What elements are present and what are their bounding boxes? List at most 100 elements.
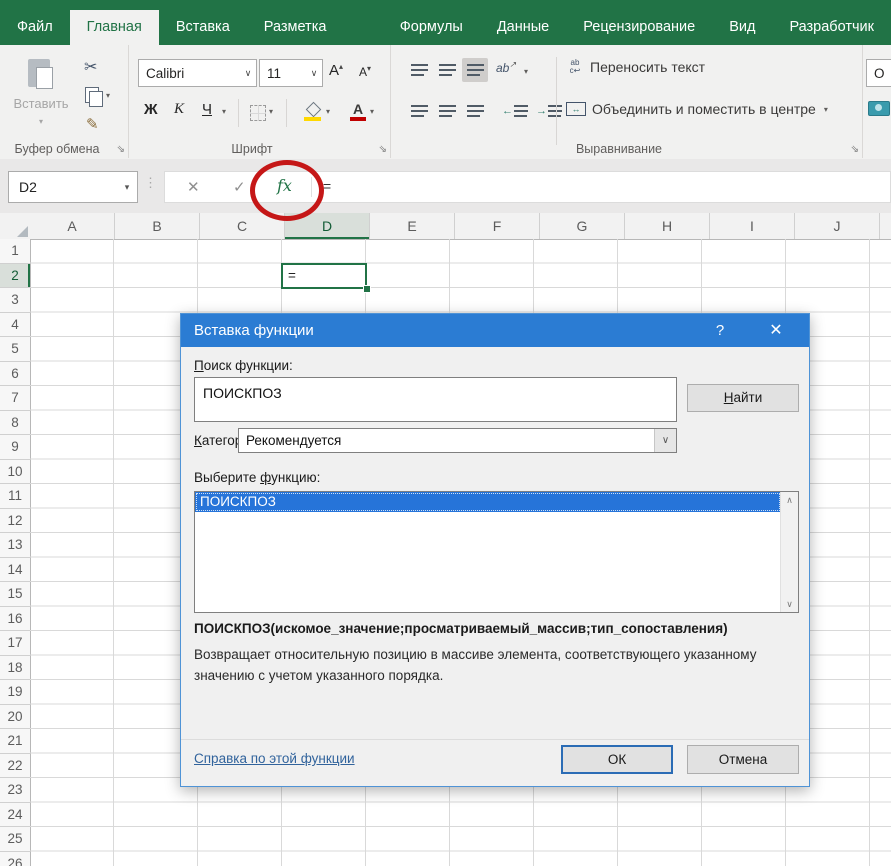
row-header-15[interactable]: 15 bbox=[0, 582, 30, 607]
font-color-button[interactable]: А bbox=[350, 101, 366, 117]
align-bottom-button[interactable] bbox=[462, 58, 488, 82]
orientation-button[interactable]: ab↗ bbox=[496, 60, 516, 75]
column-header-E[interactable]: E bbox=[370, 213, 455, 239]
paste-button[interactable]: Вставить ▾ bbox=[10, 53, 72, 147]
row-header-17[interactable]: 17 bbox=[0, 631, 30, 656]
ribbon-tab-review[interactable]: Рецензирование bbox=[566, 10, 712, 45]
ribbon-tab-insert[interactable]: Вставка bbox=[159, 10, 247, 45]
row-header-18[interactable]: 18 bbox=[0, 656, 30, 681]
row-header-8[interactable]: 8 bbox=[0, 411, 30, 436]
active-cell-D2[interactable]: = bbox=[281, 263, 367, 289]
cancel-button[interactable]: Отмена bbox=[687, 745, 799, 774]
fill-color-chevron-icon[interactable]: ▾ bbox=[326, 107, 330, 116]
cancel-formula-icon[interactable]: ✕ bbox=[187, 178, 200, 196]
chevron-down-icon[interactable]: ▾ bbox=[117, 182, 137, 193]
row-header-6[interactable]: 6 bbox=[0, 362, 30, 387]
increase-indent-button[interactable]: → bbox=[536, 99, 562, 123]
dialog-close-button[interactable]: ✕ bbox=[759, 314, 793, 347]
enter-formula-icon[interactable]: ✓ bbox=[233, 178, 246, 196]
scroll-down-icon[interactable]: ∨ bbox=[781, 596, 798, 612]
font-dialog-launcher-icon[interactable]: ⇘ bbox=[379, 145, 387, 155]
alignment-dialog-launcher-icon[interactable]: ⇘ bbox=[851, 145, 859, 155]
decrease-indent-button[interactable]: ← bbox=[502, 99, 528, 123]
function-list-item[interactable]: ПОИСКПОЗ bbox=[195, 492, 781, 512]
row-header-13[interactable]: 13 bbox=[0, 533, 30, 558]
ok-button[interactable]: ОК bbox=[561, 745, 673, 774]
row-header-22[interactable]: 22 bbox=[0, 754, 30, 779]
ribbon-tab-formulas[interactable]: Формулы bbox=[383, 10, 480, 45]
chevron-down-icon[interactable]: ∨ bbox=[654, 429, 676, 452]
clipboard-dialog-launcher-icon[interactable]: ⇘ bbox=[117, 145, 125, 155]
row-header-19[interactable]: 19 bbox=[0, 680, 30, 705]
cut-icon[interactable]: ✂ bbox=[84, 57, 97, 77]
column-header-H[interactable]: H bbox=[625, 213, 710, 239]
copy-icon[interactable] bbox=[85, 87, 99, 103]
font-color-chevron-icon[interactable]: ▾ bbox=[370, 107, 374, 116]
column-header-G[interactable]: G bbox=[540, 213, 625, 239]
dialog-help-button[interactable]: ? bbox=[705, 314, 735, 347]
row-header-7[interactable]: 7 bbox=[0, 386, 30, 411]
wrap-text-button[interactable]: abc↩ Переносить текст bbox=[566, 59, 705, 75]
row-header-23[interactable]: 23 bbox=[0, 778, 30, 803]
find-button[interactable]: Найти bbox=[687, 384, 799, 412]
format-painter-icon[interactable]: ✎ bbox=[86, 115, 99, 133]
name-box[interactable]: D2 ▾ bbox=[8, 171, 138, 203]
row-header-25[interactable]: 25 bbox=[0, 827, 30, 852]
fill-handle[interactable] bbox=[363, 285, 371, 293]
select-all-corner[interactable] bbox=[0, 213, 31, 240]
row-header-21[interactable]: 21 bbox=[0, 729, 30, 754]
underline-chevron-icon[interactable]: ▾ bbox=[222, 107, 226, 116]
column-header-B[interactable]: B bbox=[115, 213, 200, 239]
ribbon-tab-page-layout[interactable]: Разметка страницы bbox=[247, 10, 383, 45]
column-header-J[interactable]: J bbox=[795, 213, 880, 239]
row-header-1[interactable]: 1 bbox=[0, 239, 30, 264]
merge-center-button[interactable]: ↔ Объединить и поместить в центре ▾ bbox=[566, 101, 828, 117]
row-header-9[interactable]: 9 bbox=[0, 435, 30, 460]
ribbon-tab-developer[interactable]: Разработчик bbox=[772, 10, 891, 45]
scroll-up-icon[interactable]: ∧ bbox=[781, 492, 798, 508]
row-header-2[interactable]: 2 bbox=[0, 264, 30, 289]
align-center-button[interactable] bbox=[434, 99, 460, 123]
row-header-3[interactable]: 3 bbox=[0, 288, 30, 313]
align-top-button[interactable] bbox=[406, 58, 432, 82]
align-middle-button[interactable] bbox=[434, 58, 460, 82]
row-header-26[interactable]: 26 bbox=[0, 852, 30, 866]
row-header-12[interactable]: 12 bbox=[0, 509, 30, 534]
row-header-14[interactable]: 14 bbox=[0, 558, 30, 583]
orientation-chevron-icon[interactable]: ▾ bbox=[524, 67, 528, 76]
increase-font-size-button[interactable]: А▴ bbox=[329, 62, 343, 79]
row-header-11[interactable]: 11 bbox=[0, 484, 30, 509]
formula-input[interactable]: = bbox=[323, 178, 331, 194]
chevron-down-icon[interactable]: ▾ bbox=[106, 91, 110, 100]
ribbon-tab-file[interactable]: Файл bbox=[0, 10, 70, 45]
borders-chevron-icon[interactable]: ▾ bbox=[269, 107, 273, 116]
listbox-scrollbar[interactable]: ∧ ∨ bbox=[780, 492, 798, 612]
font-size-combobox[interactable]: 11 ∨ bbox=[259, 59, 323, 87]
number-format-combobox[interactable]: О bbox=[866, 59, 891, 87]
fill-color-button[interactable] bbox=[304, 103, 322, 121]
column-header-K[interactable]: K bbox=[880, 213, 891, 239]
row-header-5[interactable]: 5 bbox=[0, 337, 30, 362]
align-left-button[interactable] bbox=[406, 99, 432, 123]
font-name-combobox[interactable]: Calibri ∨ bbox=[138, 59, 257, 87]
accounting-format-icon[interactable] bbox=[868, 101, 890, 116]
category-dropdown[interactable]: Рекомендуется ∨ bbox=[238, 428, 677, 453]
ribbon-tab-view[interactable]: Вид bbox=[712, 10, 772, 45]
column-header-F[interactable]: F bbox=[455, 213, 540, 239]
search-function-input[interactable]: ПОИСКПОЗ bbox=[194, 377, 677, 422]
borders-button[interactable] bbox=[250, 105, 266, 121]
ribbon-tab-data[interactable]: Данные bbox=[480, 10, 566, 45]
underline-button[interactable]: Ч bbox=[202, 101, 212, 118]
row-header-4[interactable]: 4 bbox=[0, 313, 30, 338]
column-header-I[interactable]: I bbox=[710, 213, 795, 239]
function-listbox[interactable]: ПОИСКПОЗ ∧ ∨ bbox=[194, 491, 799, 613]
align-right-button[interactable] bbox=[462, 99, 488, 123]
italic-button[interactable]: К bbox=[174, 101, 184, 118]
bold-button[interactable]: Ж bbox=[144, 101, 158, 118]
row-header-10[interactable]: 10 bbox=[0, 460, 30, 485]
help-on-function-link[interactable]: Справка по этой функции bbox=[194, 751, 355, 766]
row-header-16[interactable]: 16 bbox=[0, 607, 30, 632]
row-header-20[interactable]: 20 bbox=[0, 705, 30, 730]
decrease-font-size-button[interactable]: А▾ bbox=[359, 64, 371, 79]
column-header-A[interactable]: A bbox=[30, 213, 115, 239]
